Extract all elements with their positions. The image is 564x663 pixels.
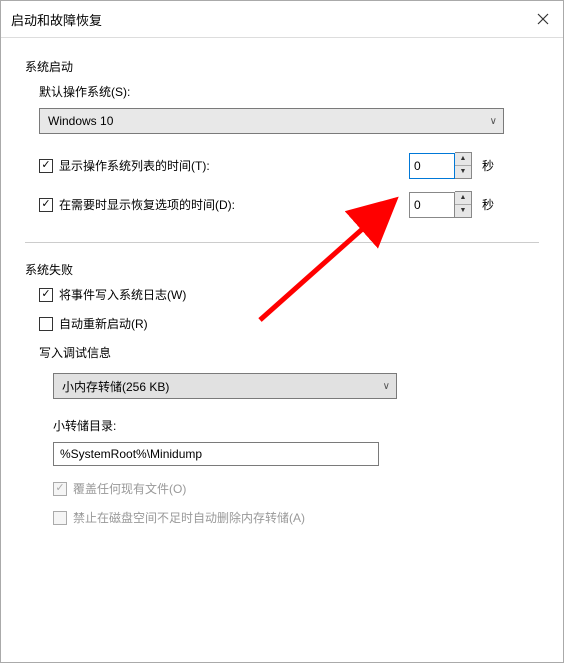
chevron-down-icon: ∨ (383, 381, 390, 392)
seconds-unit: 秒 (482, 196, 494, 213)
system-startup-label: 系统启动 (25, 58, 539, 75)
dump-dir-label: 小转储目录: (53, 417, 539, 434)
show-recovery-row: 在需要时显示恢复选项的时间(D): ▲ ▼ 秒 (39, 191, 539, 218)
dump-type-select[interactable]: 小内存转储(256 KB) ∨ (53, 373, 397, 399)
show-recovery-time-input[interactable] (409, 192, 455, 218)
section-divider (25, 242, 539, 243)
system-failure-label: 系统失败 (25, 261, 539, 278)
spinner-buttons: ▲ ▼ (455, 191, 472, 218)
spin-down-button[interactable]: ▼ (455, 205, 471, 218)
show-os-list-label: 显示操作系统列表的时间(T): (59, 157, 210, 174)
show-os-list-checkbox[interactable] (39, 159, 53, 173)
debug-info-label: 写入调试信息 (39, 344, 539, 361)
disable-auto-delete-label: 禁止在磁盘空间不足时自动删除内存转储(A) (73, 509, 305, 526)
write-event-label: 将事件写入系统日志(W) (59, 286, 186, 303)
show-recovery-label: 在需要时显示恢复选项的时间(D): (59, 196, 235, 213)
spin-up-button[interactable]: ▲ (455, 192, 471, 205)
overwrite-checkbox (53, 482, 67, 496)
default-os-label: 默认操作系统(S): (39, 83, 539, 100)
spin-up-button[interactable]: ▲ (455, 153, 471, 166)
dialog-content: 系统启动 默认操作系统(S): Windows 10 ∨ 显示操作系统列表的时间… (1, 38, 563, 662)
overwrite-label: 覆盖任何现有文件(O) (73, 480, 186, 497)
dump-dir-input[interactable] (53, 442, 379, 466)
auto-restart-checkbox[interactable] (39, 317, 53, 331)
close-button[interactable] (533, 9, 553, 29)
show-os-list-time-input[interactable] (409, 153, 455, 179)
auto-restart-label: 自动重新启动(R) (59, 315, 148, 332)
chevron-down-icon: ∨ (490, 116, 497, 127)
default-os-select[interactable]: Windows 10 ∨ (39, 108, 504, 134)
show-recovery-checkbox[interactable] (39, 198, 53, 212)
dialog-window: 启动和故障恢复 系统启动 默认操作系统(S): Windows 10 ∨ 显示操… (0, 0, 564, 663)
close-icon (537, 13, 549, 25)
disable-auto-delete-checkbox (53, 511, 67, 525)
system-startup-section: 系统启动 默认操作系统(S): Windows 10 ∨ 显示操作系统列表的时间… (25, 58, 539, 218)
dump-type-value: 小内存转储(256 KB) (62, 378, 169, 395)
write-event-checkbox[interactable] (39, 288, 53, 302)
default-os-value: Windows 10 (48, 114, 113, 128)
spin-down-button[interactable]: ▼ (455, 166, 471, 179)
system-failure-section: 系统失败 将事件写入系统日志(W) 自动重新启动(R) 写入调试信息 小内存转储… (25, 261, 539, 526)
seconds-unit: 秒 (482, 157, 494, 174)
dialog-title: 启动和故障恢复 (11, 10, 102, 29)
spinner-buttons: ▲ ▼ (455, 152, 472, 179)
titlebar: 启动和故障恢复 (1, 1, 563, 38)
show-os-list-row: 显示操作系统列表的时间(T): ▲ ▼ 秒 (39, 152, 539, 179)
